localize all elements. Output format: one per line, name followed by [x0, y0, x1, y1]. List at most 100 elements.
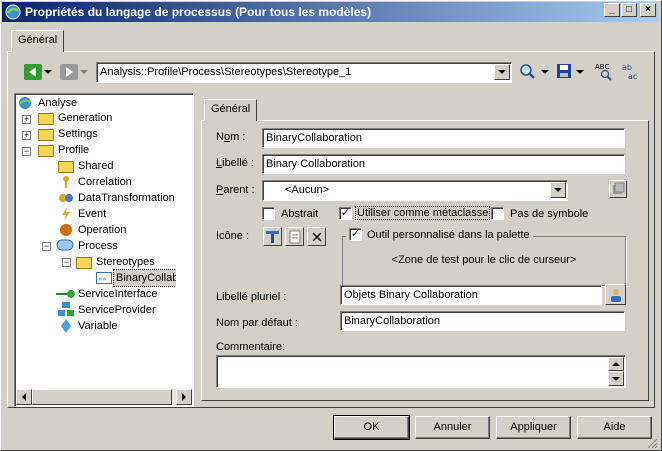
maximize-button[interactable]: □	[621, 3, 637, 17]
tree-label: Shared	[78, 160, 114, 172]
tree-item-stereotypes[interactable]: Stereotypes	[96, 254, 155, 270]
nom-value: BinaryCollaboration	[266, 132, 362, 144]
defaut-value: BinaryCollaboration	[344, 315, 440, 327]
comment-scroll-up-button[interactable]	[608, 357, 624, 371]
tree-label: BinaryCollaboration	[116, 272, 176, 284]
folder-icon	[38, 129, 54, 141]
tree-item-profile[interactable]: Profile	[58, 142, 89, 158]
variable-icon	[61, 319, 71, 333]
minimize-button[interactable]: _	[604, 3, 620, 17]
tree-label: Settings	[58, 128, 98, 140]
outil-checkbox[interactable]: ✓	[349, 228, 362, 241]
find-icon[interactable]	[518, 63, 538, 81]
tree-item-variable[interactable]: Variable	[78, 318, 118, 334]
tree-item-generation[interactable]: Generation	[58, 110, 112, 126]
parent-combobox[interactable]: <Aucun>	[262, 180, 568, 201]
tree-item-shared[interactable]: Shared	[78, 158, 113, 174]
commentaire-label: Commentaire:	[216, 341, 286, 353]
parent-properties-button[interactable]	[609, 180, 627, 198]
apply-button[interactable]: Appliquer	[496, 416, 571, 439]
pluriel-value: Objets Binary Collaboration	[344, 289, 478, 301]
title-bar[interactable]: Propriétés du langage de processus (Pour…	[2, 2, 658, 22]
delete-icon	[311, 231, 322, 242]
app-icon	[5, 4, 21, 20]
collapse-icon[interactable]: −	[22, 147, 31, 156]
tree-item-datatransformation[interactable]: DataTransformation	[78, 190, 175, 206]
metaclasse-checkbox[interactable]: ✓	[339, 207, 352, 220]
nom-field[interactable]: BinaryCollaboration	[262, 128, 625, 148]
collapse-icon[interactable]: −	[62, 258, 71, 267]
tree-item-binarycollaboration[interactable]: BinaryCollaboration	[113, 269, 176, 287]
parent-dropdown-button[interactable]	[550, 182, 566, 198]
serviceinterface-icon	[56, 290, 75, 298]
svg-text:ac: ac	[628, 72, 637, 81]
back-arrow-icon[interactable]	[24, 64, 42, 80]
abstrait-label: Abstrait	[281, 208, 319, 220]
icon-preview-button[interactable]	[263, 227, 282, 246]
tree-label: ServiceProvider	[78, 304, 156, 316]
tree-item-correlation[interactable]: Correlation	[78, 174, 132, 190]
collapse-icon[interactable]: −	[42, 242, 51, 251]
tab-general-inner-label: Général	[211, 103, 251, 115]
ok-button[interactable]: OK	[333, 415, 410, 440]
tree-label: Profile	[58, 144, 90, 156]
help-label: Aide	[603, 421, 626, 433]
correlation-icon	[63, 176, 69, 188]
pluriel-edit-button[interactable]	[605, 284, 626, 305]
path-dropdown-button[interactable]	[494, 64, 510, 80]
back-dropdown-icon[interactable]	[44, 70, 52, 74]
libelle-label: Libellé :	[216, 157, 254, 169]
parent-label: Parent :	[216, 184, 255, 196]
expand-icon[interactable]: +	[22, 115, 31, 124]
forward-arrow-icon[interactable]	[60, 64, 78, 80]
resize-grip-icon[interactable]	[646, 437, 658, 449]
event-icon	[62, 207, 70, 221]
help-button[interactable]: Aide	[577, 416, 652, 439]
ok-label: OK	[363, 421, 380, 433]
pas-symbole-checkbox[interactable]	[491, 207, 504, 220]
tree-label: Event	[78, 208, 107, 220]
icon-clear-button[interactable]	[307, 227, 326, 246]
defaut-label: Nom par défaut :	[216, 317, 298, 329]
tree-label: Process	[78, 240, 118, 252]
save-icon[interactable]	[556, 63, 572, 79]
tree-label: DataTransformation	[78, 192, 175, 204]
svg-text:«»: «»	[98, 275, 107, 283]
scroll-left-button[interactable]	[16, 389, 32, 405]
save-dropdown-icon[interactable]	[576, 70, 584, 74]
parent-value: <Aucun>	[285, 184, 330, 196]
scroll-thumb[interactable]	[32, 389, 172, 405]
scroll-right-button[interactable]	[176, 389, 192, 405]
path-value: Analysis::Profile\Process\Stereotypes\St…	[100, 66, 352, 78]
libelle-field[interactable]: Binary Collaboration	[262, 154, 625, 174]
user-icon	[610, 288, 621, 302]
defaut-field[interactable]: BinaryCollaboration	[340, 311, 625, 331]
icon-browse-button[interactable]	[285, 227, 304, 246]
tab-general-inner[interactable]: Général	[204, 99, 258, 121]
tree-item-process[interactable]: Process	[78, 238, 118, 254]
stereotype-icon: «»	[96, 272, 112, 284]
path-combobox[interactable]: Analysis::Profile\Process\Stereotypes\St…	[96, 62, 512, 83]
forward-dropdown-icon[interactable]	[80, 70, 88, 74]
tree-item-operation[interactable]: Operation	[78, 222, 126, 238]
nom-label: Nom :	[216, 131, 246, 143]
tree-item-serviceprovider[interactable]: ServiceProvider	[78, 302, 156, 318]
find-dropdown-icon[interactable]	[541, 70, 549, 74]
folder-open-icon	[76, 257, 92, 269]
cancel-label: Annuler	[433, 421, 472, 433]
tree-item-event[interactable]: Event	[78, 206, 106, 222]
sort-az-icon[interactable]: ab ac	[620, 61, 640, 81]
cancel-button[interactable]: Annuler	[415, 416, 490, 439]
abstrait-checkbox[interactable]	[262, 207, 275, 220]
comment-scroll-down-button[interactable]	[608, 371, 624, 386]
pluriel-field[interactable]: Objets Binary Collaboration	[340, 285, 602, 305]
tab-general-outer[interactable]: Général	[11, 30, 65, 52]
spell-check-icon[interactable]: ABC	[594, 61, 614, 81]
tree-item-settings[interactable]: Settings	[58, 126, 98, 142]
close-button[interactable]: ×	[640, 3, 656, 17]
folder-icon	[38, 113, 54, 125]
commentaire-textarea[interactable]	[216, 355, 626, 388]
cursor-test-zone[interactable]: <Zone de test pour le clic de curseur>	[342, 254, 626, 266]
tree-item-serviceinterface[interactable]: ServiceInterface	[78, 286, 157, 302]
expand-icon[interactable]: +	[22, 131, 31, 140]
